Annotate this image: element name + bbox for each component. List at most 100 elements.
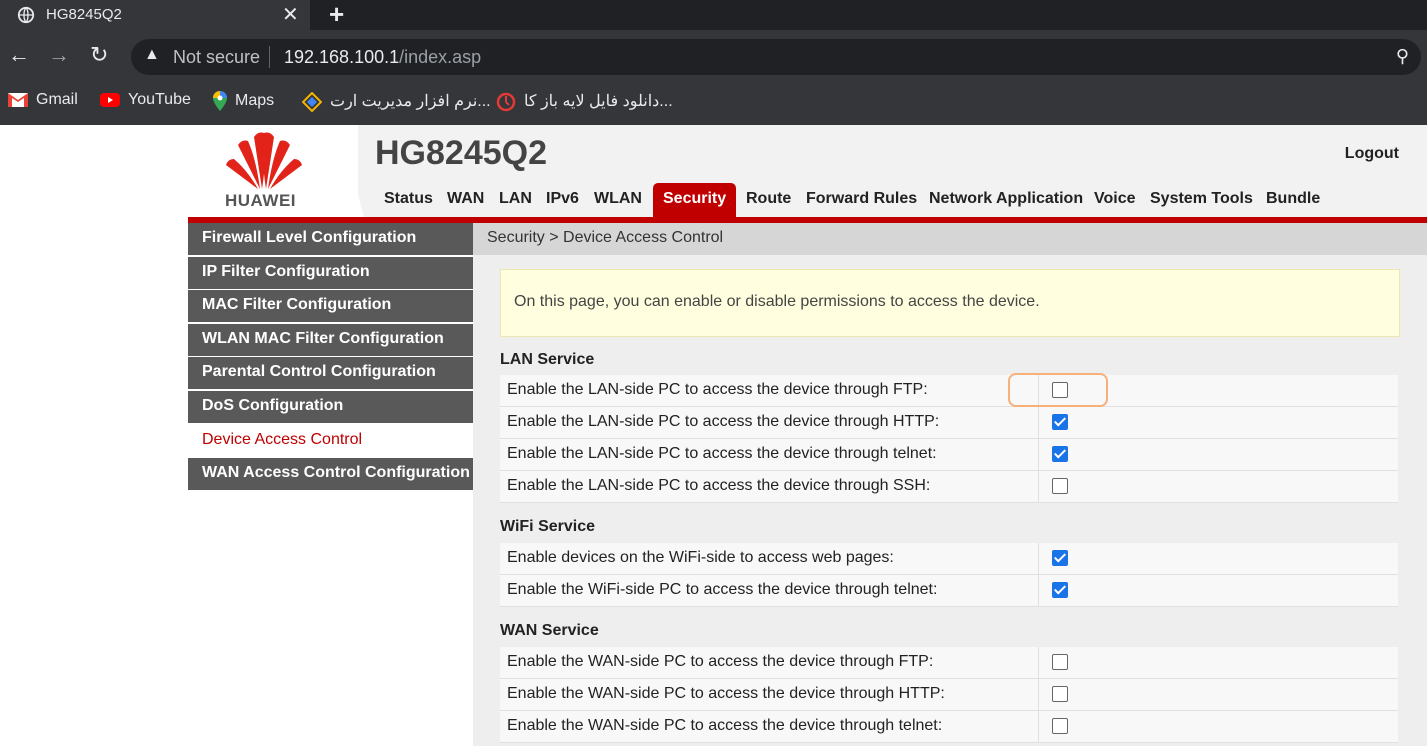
row-label: Enable the WiFi-side PC to access the de…	[507, 581, 938, 598]
wan-telnet-checkbox[interactable]	[1052, 718, 1068, 734]
address-divider	[269, 46, 270, 68]
cell-divider	[1038, 575, 1039, 606]
new-tab-button[interactable]: +	[329, 0, 344, 28]
table-row: Enable the LAN-side PC to access the dev…	[500, 373, 1398, 407]
table-row: Enable the WiFi-side PC to access the de…	[500, 575, 1398, 607]
cell-divider	[1038, 543, 1039, 574]
menu-forward-rules[interactable]: Forward Rules	[806, 190, 917, 208]
url-host: 192.168.100.1	[284, 47, 400, 67]
router-page: HUAWEI HG8245Q2 Logout Status WAN LAN IP…	[188, 125, 1427, 746]
header-slash	[328, 125, 368, 217]
cell-divider	[1038, 407, 1039, 438]
bookmark-youtube[interactable]: YouTube	[100, 91, 191, 109]
bookmark-gmail[interactable]: Gmail	[8, 91, 78, 109]
menu-voice[interactable]: Voice	[1094, 190, 1136, 208]
table-row: Enable devices on the WiFi-side to acces…	[500, 543, 1398, 575]
sidebar-item-firewall-level[interactable]: Firewall Level Configuration	[188, 223, 473, 257]
row-label: Enable the WAN-side PC to access the dev…	[507, 717, 943, 734]
page-notice: On this page, you can enable or disable …	[500, 269, 1400, 337]
bookmark-label: Gmail	[36, 91, 78, 108]
security-label[interactable]: Not secure	[173, 47, 260, 68]
bookmark-label: Maps	[235, 92, 275, 110]
lan-telnet-checkbox[interactable]	[1052, 446, 1068, 462]
address-bar[interactable]: ▲ Not secure 192.168.100.1/index.asp ⚲	[131, 39, 1421, 75]
sidebar-item-dos[interactable]: DoS Configuration	[188, 391, 473, 425]
menu-wlan[interactable]: WLAN	[594, 190, 642, 208]
lan-ftp-checkbox[interactable]	[1052, 382, 1068, 398]
lan-ssh-checkbox[interactable]	[1052, 478, 1068, 494]
wifi-web-checkbox[interactable]	[1052, 550, 1068, 566]
menu-route[interactable]: Route	[746, 190, 791, 208]
close-tab-icon[interactable]: ✕	[282, 2, 299, 27]
wifi-telnet-checkbox[interactable]	[1052, 582, 1068, 598]
browser-toolbar: ← → ↻ ▲ Not secure 192.168.100.1/index.a…	[0, 30, 1427, 87]
forward-arrow-icon[interactable]: →	[48, 42, 70, 68]
row-label: Enable the WAN-side PC to access the dev…	[507, 685, 945, 702]
menu-network-application[interactable]: Network Application	[929, 190, 1083, 208]
row-label: Enable the LAN-side PC to access the dev…	[507, 413, 940, 430]
section-title-wan: WAN Service	[500, 622, 599, 639]
youtube-icon	[100, 92, 120, 107]
bookmark-maps[interactable]: Maps	[213, 91, 274, 111]
wan-http-checkbox[interactable]	[1052, 686, 1068, 702]
bookmarks-bar: Gmail YouTube Maps نرم افزار مدیریت ارت.…	[0, 87, 1427, 125]
table-row: Enable the LAN-side PC to access the dev…	[500, 439, 1398, 471]
brand-name: HUAWEI	[225, 191, 296, 210]
cell-divider	[1038, 647, 1039, 678]
menu-lan[interactable]: LAN	[499, 190, 532, 208]
cell-divider	[1038, 679, 1039, 710]
menu-status[interactable]: Status	[384, 190, 433, 208]
gmail-icon	[8, 92, 28, 107]
row-label: Enable devices on the WiFi-side to acces…	[507, 549, 894, 566]
sidebar-item-wan-access-control[interactable]: WAN Access Control Configuration	[188, 458, 473, 492]
reload-icon[interactable]: ↻	[90, 42, 108, 68]
lan-http-checkbox[interactable]	[1052, 414, 1068, 430]
tab-strip: HG8245Q2 ✕ +	[0, 0, 1427, 30]
table-row: Enable the WAN-side PC to access the dev…	[500, 711, 1398, 743]
main-content: Security > Device Access Control On this…	[473, 223, 1427, 746]
wan-ftp-checkbox[interactable]	[1052, 654, 1068, 670]
url-text[interactable]: 192.168.100.1/index.asp	[284, 47, 481, 68]
model-title: HG8245Q2	[375, 134, 547, 172]
table-row: Enable the LAN-side PC to access the dev…	[500, 471, 1398, 503]
sidebar-item-parental-control[interactable]: Parental Control Configuration	[188, 357, 473, 391]
row-label: Enable the WAN-side PC to access the dev…	[507, 653, 934, 670]
table-row: Enable the WAN-side PC to access the dev…	[500, 679, 1398, 711]
menu-system-tools[interactable]: System Tools	[1150, 190, 1253, 208]
section-title-wifi: WiFi Service	[500, 518, 596, 535]
cell-divider	[1038, 439, 1039, 470]
table-row: Enable the LAN-side PC to access the dev…	[500, 407, 1398, 439]
sidebar-item-wlan-mac-filter[interactable]: WLAN MAC Filter Configuration	[188, 324, 473, 358]
menu-security[interactable]: Security	[653, 183, 737, 217]
sidebar-item-mac-filter[interactable]: MAC Filter Configuration	[188, 290, 473, 324]
bookmark-diamond-icon	[302, 91, 322, 112]
bookmark-download[interactable]: دانلود فایل لایه باز کا...	[496, 91, 673, 112]
bookmark-label: دانلود فایل لایه باز کا...	[524, 93, 673, 110]
key-icon[interactable]: ⚲	[1396, 46, 1409, 67]
tab-title: HG8245Q2	[46, 6, 122, 23]
menu-wan[interactable]: WAN	[447, 190, 484, 208]
sidebar-item-device-access-control[interactable]: Device Access Control	[188, 425, 473, 459]
logout-link[interactable]: Logout	[1345, 145, 1399, 163]
cell-divider	[1038, 711, 1039, 742]
section-title-lan: LAN Service	[500, 351, 595, 368]
bookmark-arrt[interactable]: نرم افزار مدیریت ارت...	[302, 91, 491, 112]
breadcrumb: Security > Device Access Control	[473, 223, 1427, 255]
menu-bundle[interactable]: Bundle	[1266, 190, 1320, 208]
cell-divider	[1038, 471, 1039, 502]
sidebar-item-ip-filter[interactable]: IP Filter Configuration	[188, 257, 473, 291]
warning-icon[interactable]: ▲	[144, 46, 160, 64]
row-label: Enable the LAN-side PC to access the dev…	[507, 381, 928, 398]
maps-icon	[213, 91, 227, 111]
row-label: Enable the LAN-side PC to access the dev…	[507, 477, 931, 494]
bookmark-red-icon	[496, 92, 516, 112]
url-path: /index.asp	[399, 47, 482, 67]
router-header: HUAWEI HG8245Q2 Logout Status WAN LAN IP…	[188, 125, 1427, 217]
huawei-petals-icon	[226, 132, 302, 189]
row-label: Enable the LAN-side PC to access the dev…	[507, 445, 937, 462]
bookmark-label: نرم افزار مدیریت ارت...	[330, 93, 491, 110]
globe-icon	[17, 6, 35, 24]
menu-ipv6[interactable]: IPv6	[546, 190, 579, 208]
back-arrow-icon[interactable]: ←	[8, 42, 30, 68]
browser-tab[interactable]: HG8245Q2 ✕	[0, 0, 310, 30]
